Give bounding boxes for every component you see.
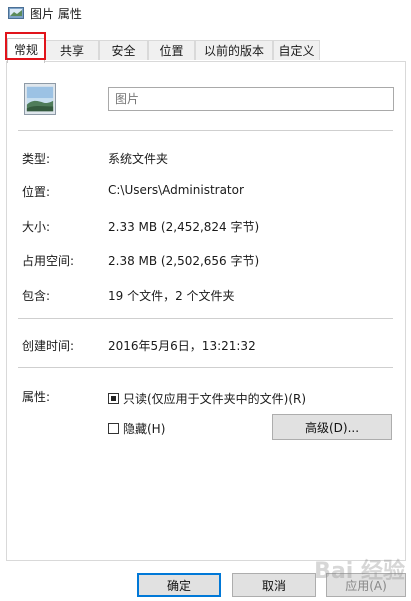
location-value: C:\Users\Administrator bbox=[108, 183, 244, 197]
tab-location[interactable]: 位置 bbox=[148, 40, 195, 60]
readonly-label: 只读(仅应用于文件夹中的文件)(R) bbox=[123, 391, 307, 406]
size-on-disk-value: 2.38 MB (2,502,656 字节) bbox=[108, 254, 260, 268]
tab-previous-versions[interactable]: 以前的版本 bbox=[195, 40, 273, 60]
created-value: 2016年5月6日，13:21:32 bbox=[108, 339, 256, 353]
separator bbox=[18, 130, 393, 131]
folder-icon bbox=[8, 7, 24, 19]
size-value: 2.33 MB (2,452,824 字节) bbox=[108, 220, 260, 234]
tab-sharing[interactable]: 共享 bbox=[45, 40, 99, 60]
type-value: 系统文件夹 bbox=[108, 152, 169, 166]
contains-value: 19 个文件，2 个文件夹 bbox=[108, 289, 235, 303]
cancel-button[interactable]: 取消 bbox=[232, 573, 316, 597]
advanced-button[interactable]: 高级(D)... bbox=[272, 414, 392, 440]
size-label: 大小: bbox=[22, 220, 51, 234]
folder-name-input[interactable] bbox=[108, 87, 394, 111]
title-bar: 图片 属性 bbox=[0, 0, 411, 26]
hidden-checkbox[interactable] bbox=[108, 422, 119, 434]
tab-security[interactable]: 安全 bbox=[99, 40, 148, 60]
general-panel bbox=[6, 61, 406, 561]
size-on-disk-label: 占用空间: bbox=[22, 254, 75, 268]
attributes-label: 属性: bbox=[22, 390, 51, 404]
separator bbox=[18, 367, 393, 368]
hidden-label: 隐藏(H) bbox=[123, 421, 166, 436]
hidden-checkbox-row[interactable]: 隐藏(H) bbox=[108, 420, 165, 436]
tab-general[interactable]: 常规 bbox=[7, 38, 45, 63]
readonly-checkbox-row[interactable]: 只读(仅应用于文件夹中的文件)(R) bbox=[108, 390, 306, 406]
readonly-checkbox[interactable] bbox=[108, 392, 119, 404]
separator bbox=[18, 318, 393, 319]
watermark: Bai 经验 bbox=[314, 559, 405, 584]
window-title: 图片 属性 bbox=[30, 7, 82, 21]
ok-button[interactable]: 确定 bbox=[137, 573, 221, 597]
location-label: 位置: bbox=[22, 185, 51, 199]
created-label: 创建时间: bbox=[22, 339, 75, 353]
type-label: 类型: bbox=[22, 152, 51, 166]
folder-thumbnail-icon bbox=[24, 83, 56, 115]
tab-customize[interactable]: 自定义 bbox=[273, 40, 320, 60]
tab-strip: 常规 共享 安全 位置 以前的版本 自定义 bbox=[0, 38, 411, 63]
contains-label: 包含: bbox=[22, 289, 51, 303]
